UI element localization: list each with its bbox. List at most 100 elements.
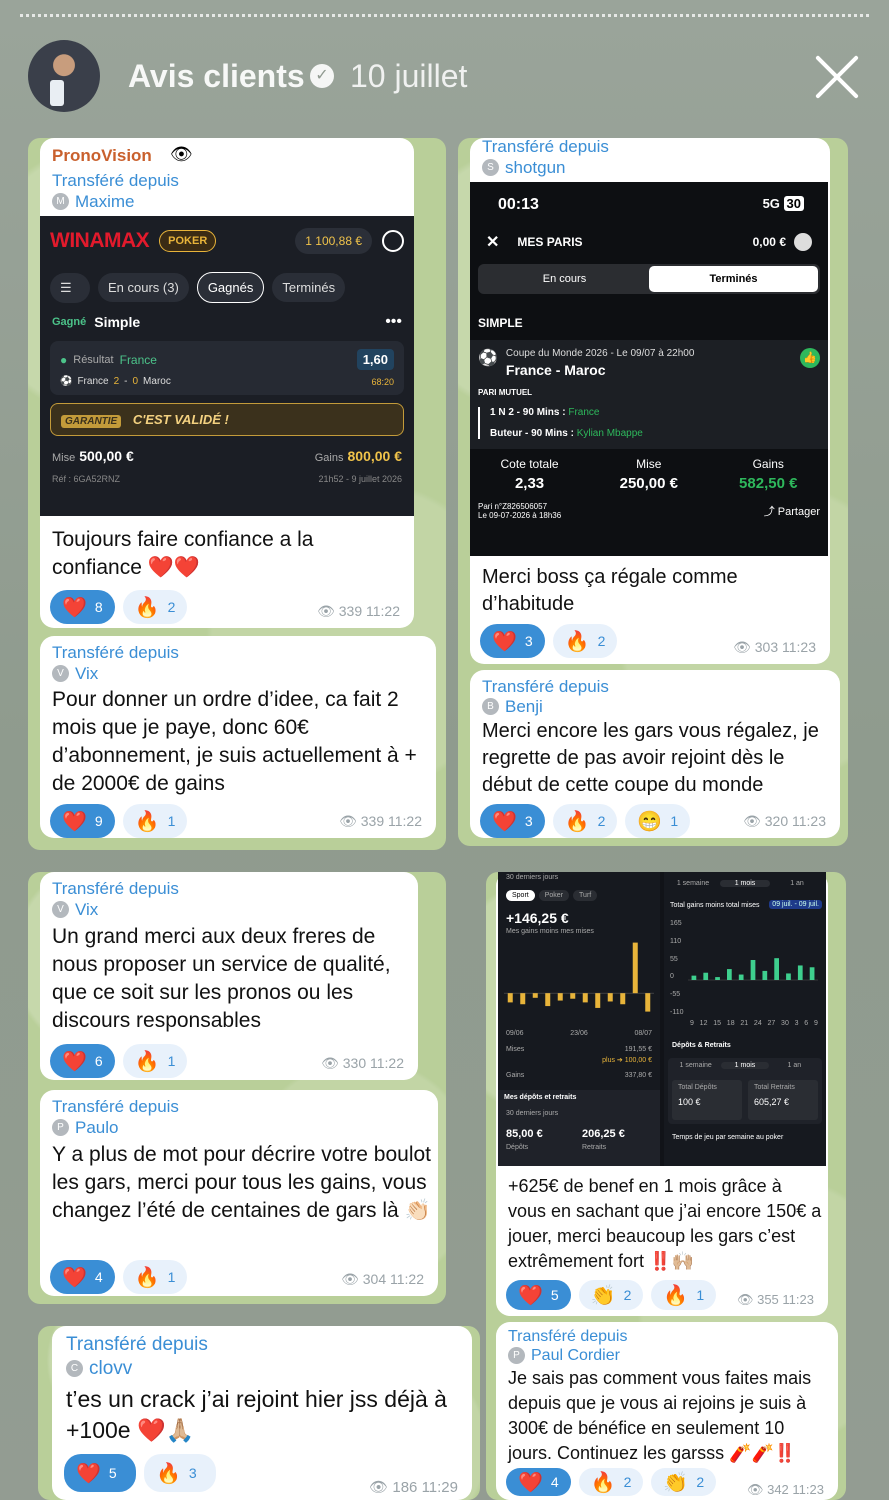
reaction-grin[interactable]: 😁 1 xyxy=(625,804,691,838)
guarantee-banner: GARANTIE C'EST VALIDÉ ! xyxy=(50,403,404,436)
reaction-heart[interactable]: ❤️ 5 xyxy=(64,1454,136,1492)
gain-label: Gains xyxy=(314,452,344,464)
x-tick: 27 xyxy=(767,1020,776,1027)
share-button: ⤴ Partager xyxy=(763,506,820,518)
pmu-balance: 0,00 € xyxy=(752,235,786,249)
reaction-fire[interactable]: 🔥 3 xyxy=(144,1454,216,1492)
profit-chart xyxy=(504,942,654,1012)
story-progress-bar xyxy=(20,14,869,20)
y-tick: 165 xyxy=(670,920,682,927)
reaction-fire[interactable]: 🔥 1 xyxy=(651,1280,717,1310)
reactions: ❤️ 4 🔥 1 xyxy=(50,1260,188,1294)
reaction-heart[interactable]: ❤️ 5 xyxy=(506,1280,571,1310)
result-team: France xyxy=(119,352,157,367)
reaction-fire[interactable]: 🔥 1 xyxy=(122,1044,188,1078)
chart-bar xyxy=(595,993,601,1008)
tab-termines: Terminés xyxy=(272,273,346,302)
x-tick: 21 xyxy=(740,1020,749,1027)
forwarded-label: Transféré depuis xyxy=(52,643,179,662)
match-minute: 68:20 xyxy=(371,376,394,387)
reactions: ❤️ 8 🔥 2 xyxy=(50,590,188,624)
validated-text: C'EST VALIDÉ ! xyxy=(132,412,229,427)
tab-gagnes: Gagnés xyxy=(196,272,265,303)
x-tick: 09/06 xyxy=(506,1030,524,1037)
chart-bar xyxy=(520,993,526,1005)
message-meta: 👁 303 11:23 xyxy=(733,639,816,655)
message-text: Je sais pas comment vous faites mais dep… xyxy=(508,1368,812,1463)
reaction-heart[interactable]: ❤️ 3 xyxy=(480,624,545,658)
x-tick: 3 xyxy=(794,1020,799,1027)
message-bubble-c2: Transféré depuis V Vix Pour donner un or… xyxy=(40,636,436,838)
message-meta: 👁 186 11:29 xyxy=(369,1479,458,1496)
story-title: Avis clients xyxy=(128,58,305,94)
message-bubble-c6: Transféré depuis P Paulo Y a plus de mot… xyxy=(40,1090,438,1296)
reaction-clap[interactable]: 👏 2 xyxy=(651,1468,717,1496)
weekly-chart xyxy=(688,958,818,981)
chart-bar xyxy=(607,993,613,1002)
x-tick: 9 xyxy=(813,1020,818,1027)
review-panel-5: 30 derniers jours Sport Poker Turf +146,… xyxy=(486,872,846,1500)
sender-name: shotgun xyxy=(505,158,566,177)
chart-bar xyxy=(727,969,732,980)
review-panel-3: Transféré depuis V Vix Un grand merci au… xyxy=(28,872,446,1304)
reaction-fire[interactable]: 🔥 1 xyxy=(122,804,188,838)
total-odds: 2,33 xyxy=(514,475,545,492)
forwarded-from[interactable]: S shotgun xyxy=(482,157,566,178)
check-icon: ● xyxy=(60,352,68,367)
segmented-control: En cours Terminés xyxy=(478,264,820,294)
eye-icon: 👁 xyxy=(170,144,193,164)
y-tick: -55 xyxy=(670,991,681,999)
reaction-fire[interactable]: 🔥 2 xyxy=(552,624,618,658)
reaction-heart[interactable]: ❤️ 6 xyxy=(50,1044,115,1078)
x-tick: 9 xyxy=(690,1020,694,1027)
avatar[interactable] xyxy=(28,40,100,112)
forwarded-from[interactable]: V Vix xyxy=(52,663,98,684)
reaction-fire[interactable]: 🔥 1 xyxy=(122,1260,188,1294)
bet-type: Simple xyxy=(94,314,141,330)
sender-name: Vix xyxy=(75,900,99,919)
reactions: ❤️ 3 🔥 2 xyxy=(480,624,618,658)
message-bubble-c1: PronoVision 👁 Transféré depuis M Maxime … xyxy=(40,138,414,628)
reaction-heart[interactable]: ❤️ 4 xyxy=(506,1468,571,1496)
story-header: Avis clients ✓ 10 juillet xyxy=(28,40,861,112)
reaction-fire[interactable]: 🔥 2 xyxy=(552,804,618,838)
forwarded-label: Transféré depuis xyxy=(482,138,609,156)
stake-value: 250,00 € xyxy=(619,475,678,492)
chart-bar xyxy=(545,993,551,1007)
reaction-fire[interactable]: 🔥 2 xyxy=(578,1468,644,1496)
story-date: 10 juillet xyxy=(350,58,468,94)
message-text: Un grand merci aux deux freres de nous p… xyxy=(52,925,391,1032)
y-tick: 110 xyxy=(670,937,682,945)
reaction-heart[interactable]: ❤️ 9 xyxy=(50,804,115,838)
forwarded-from[interactable]: M Maxime xyxy=(52,191,135,212)
x-tick: 18 xyxy=(726,1020,735,1027)
chart-2-bars xyxy=(688,958,818,981)
reaction-heart[interactable]: ❤️ 3 xyxy=(480,804,545,838)
forwarded-from[interactable]: C clovv xyxy=(66,1358,132,1379)
match-home: France xyxy=(77,376,109,387)
chart-bar xyxy=(532,993,538,998)
forwarded-from[interactable]: P Paulo xyxy=(52,1117,118,1138)
forwarded-from[interactable]: B Benji xyxy=(482,696,543,717)
y-tick: 55 xyxy=(670,955,678,963)
forwarded-from[interactable]: P Paul Cordier xyxy=(508,1345,620,1366)
seg-termines: Terminés xyxy=(649,266,818,292)
reaction-heart[interactable]: ❤️ 8 xyxy=(50,590,115,624)
message-bubble-c8: 30 derniers jours Sport Poker Turf +146,… xyxy=(496,872,828,1316)
menu-icon: ☰ xyxy=(50,272,90,303)
ball-icon: ⚽ xyxy=(60,376,73,387)
balance-pill: 1 100,88 € xyxy=(295,228,372,254)
gain-value: 800,00 € xyxy=(347,448,403,464)
close-button[interactable] xyxy=(813,52,861,100)
reaction-clap[interactable]: 👏 2 xyxy=(578,1280,644,1310)
message-meta: 👁 330 11:22 xyxy=(321,1055,404,1071)
chart-bar xyxy=(715,977,720,980)
profit-total: +146,25 € xyxy=(506,910,569,926)
reaction-fire[interactable]: 🔥 2 xyxy=(122,590,188,624)
reaction-heart[interactable]: ❤️ 4 xyxy=(50,1260,115,1294)
message-bubble-c4: Transféré depuis B Benji Merci encore le… xyxy=(470,670,840,838)
message-text: t’es un crack j’ai rejoint hier jss déjà… xyxy=(66,1386,447,1443)
forwarded-from[interactable]: V Vix xyxy=(52,899,98,920)
chart-bar xyxy=(738,974,744,980)
forwarded-label: Transféré depuis xyxy=(66,1334,208,1355)
